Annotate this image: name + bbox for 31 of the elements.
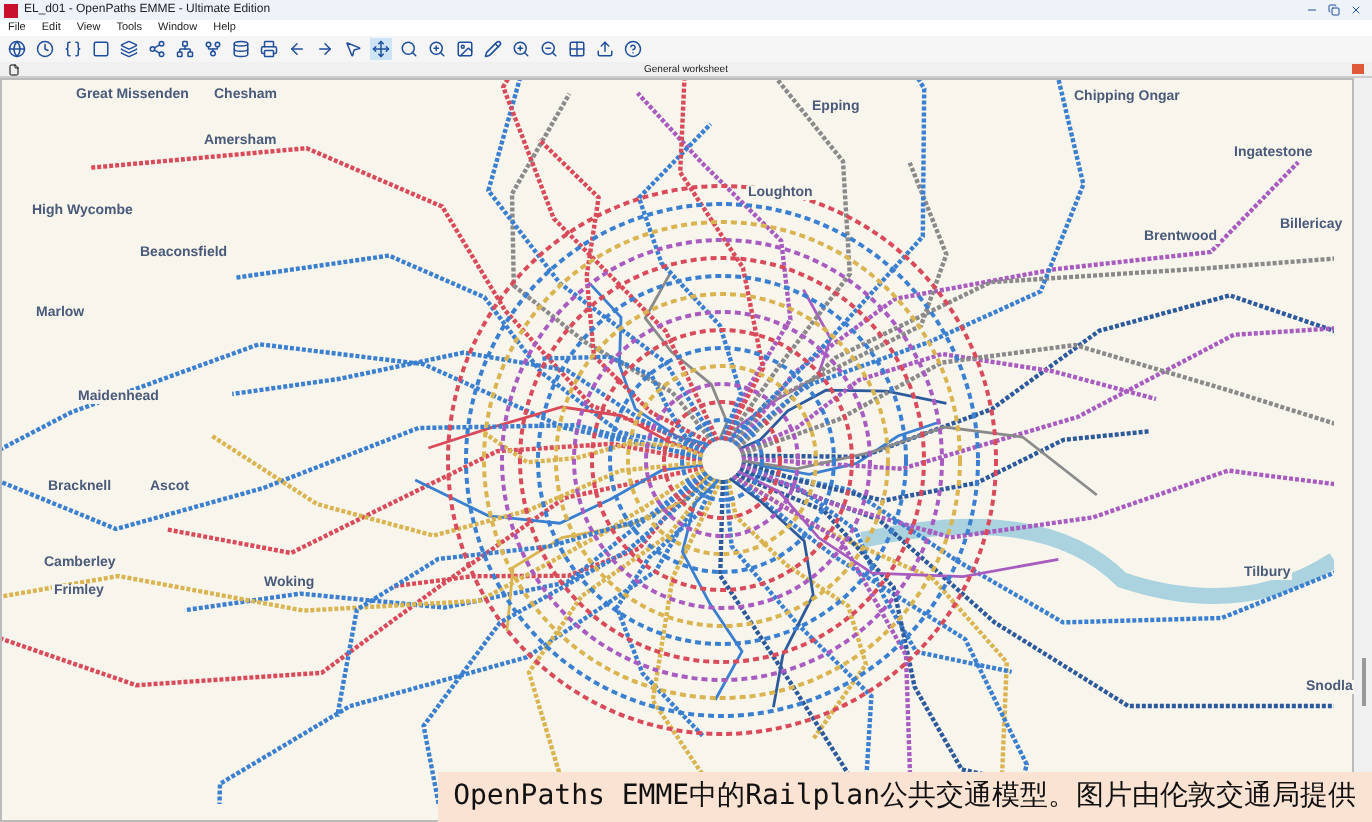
share-button[interactable] xyxy=(146,38,168,60)
minimize-icon xyxy=(1306,4,1318,16)
app-icon xyxy=(4,3,18,17)
square-button[interactable] xyxy=(90,38,112,60)
zoom-out-button[interactable] xyxy=(538,38,560,60)
export-button[interactable] xyxy=(594,38,616,60)
print-button[interactable] xyxy=(258,38,280,60)
restore-button[interactable] xyxy=(1326,2,1342,18)
zoom-button[interactable] xyxy=(426,38,448,60)
zoom-in-button[interactable] xyxy=(510,38,532,60)
fork-button[interactable] xyxy=(202,38,224,60)
pointer-button[interactable] xyxy=(342,38,364,60)
help-button[interactable] xyxy=(622,38,644,60)
caption: OpenPaths EMME中的Railplan公共交通模型。图片由伦敦交通局提供 xyxy=(437,772,1372,822)
database-button[interactable] xyxy=(230,38,252,60)
back-button[interactable] xyxy=(286,38,308,60)
move-button[interactable] xyxy=(370,38,392,60)
braces-button[interactable] xyxy=(62,38,84,60)
globe-button[interactable] xyxy=(6,38,28,60)
network-button[interactable] xyxy=(174,38,196,60)
restore-icon xyxy=(1328,4,1340,16)
close-icon xyxy=(1350,4,1362,16)
page-icon xyxy=(8,63,20,75)
close-button[interactable] xyxy=(1348,2,1364,18)
clock-button[interactable] xyxy=(34,38,56,60)
layers-button[interactable] xyxy=(118,38,140,60)
search-button[interactable] xyxy=(398,38,420,60)
image-button[interactable] xyxy=(454,38,476,60)
pencil-button[interactable] xyxy=(482,38,504,60)
forward-button[interactable] xyxy=(314,38,336,60)
grid-button[interactable] xyxy=(566,38,588,60)
